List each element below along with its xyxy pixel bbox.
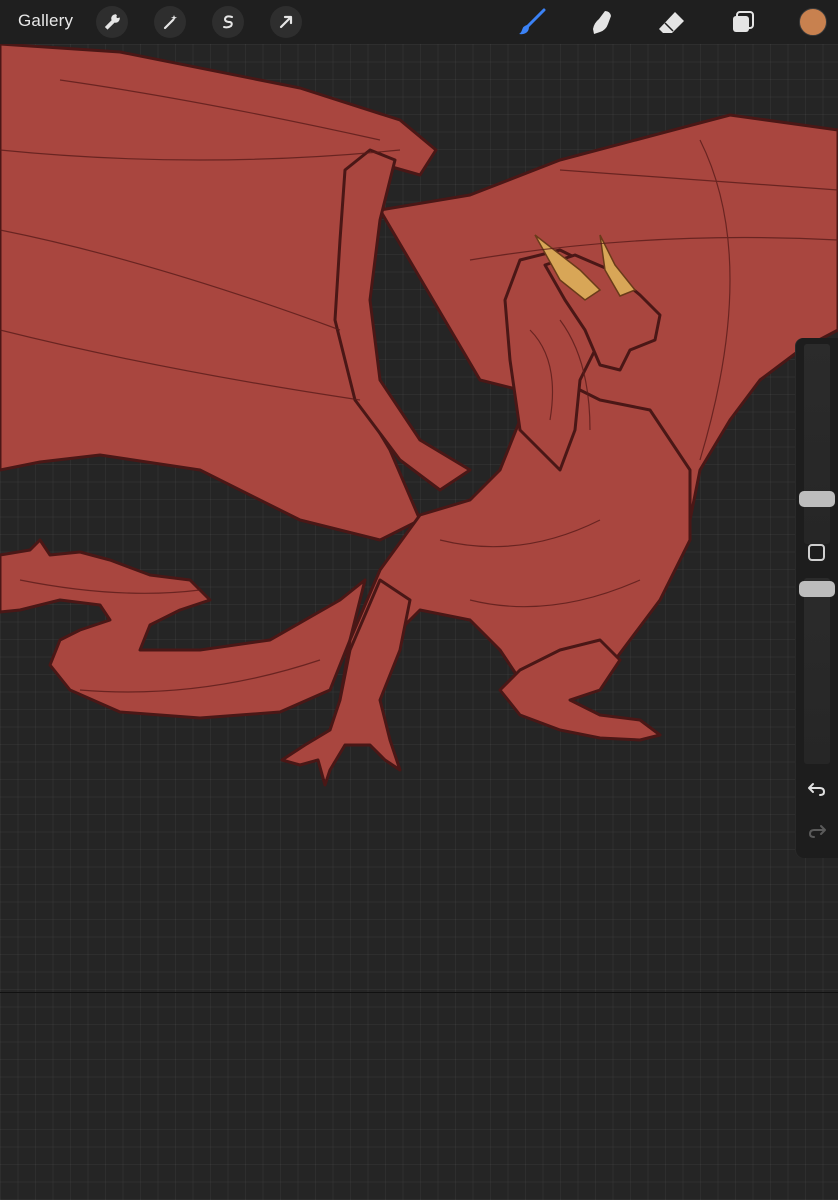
modify-button[interactable] (808, 544, 825, 561)
layers-icon (730, 9, 756, 35)
undo-icon (807, 780, 827, 803)
dragon-artwork (0, 42, 838, 787)
color-picker-button[interactable] (799, 8, 827, 36)
eraser-tool-button[interactable] (655, 6, 689, 38)
actions-button[interactable] (96, 6, 128, 38)
wrench-icon (103, 13, 121, 31)
transform-button[interactable] (270, 6, 302, 38)
eraser-icon (657, 9, 687, 35)
smudge-finger-icon (588, 8, 616, 36)
top-toolbar: Gallery (0, 0, 838, 44)
selection-button[interactable] (212, 6, 244, 38)
opacity-slider[interactable] (799, 578, 835, 764)
brush-icon (517, 8, 547, 36)
magic-wand-icon (161, 13, 179, 31)
brush-size-thumb[interactable] (799, 491, 835, 508)
tail (0, 538, 367, 720)
brush-tool-button[interactable] (515, 6, 549, 38)
redo-button[interactable] (806, 822, 828, 844)
layers-button[interactable] (726, 6, 760, 38)
undo-button[interactable] (806, 780, 828, 802)
smudge-tool-button[interactable] (585, 6, 619, 38)
arrow-cursor-icon (277, 13, 295, 31)
opacity-thumb[interactable] (799, 581, 835, 598)
adjustments-button[interactable] (154, 6, 186, 38)
gallery-button[interactable]: Gallery (18, 11, 73, 31)
selection-s-icon (219, 13, 237, 31)
brush-sidebar (796, 338, 838, 858)
redo-icon (807, 822, 827, 845)
brush-size-slider[interactable] (799, 344, 835, 544)
